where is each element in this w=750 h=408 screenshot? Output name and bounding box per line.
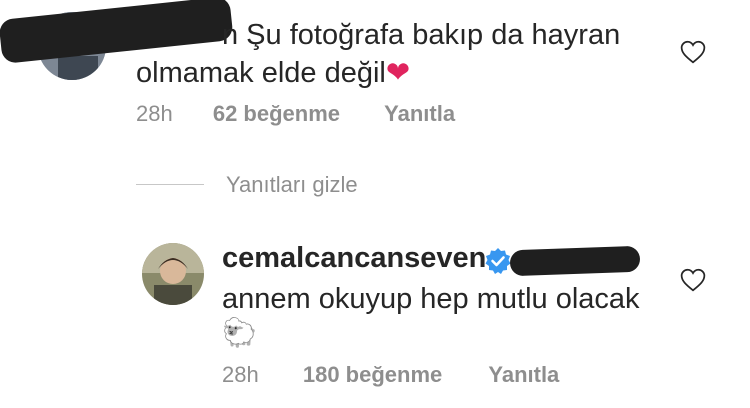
comment-time: 28h [136, 101, 173, 126]
heart-outline-icon [680, 268, 706, 292]
avatar-image [142, 243, 204, 305]
reply-text: annem okuyup hep mutlu olacak [222, 283, 640, 315]
reply-username[interactable]: cemalcancanseven [222, 242, 486, 274]
comment-text-line2-wrap: olmamak elde değil❤ [136, 55, 676, 91]
verified-check-icon [485, 248, 511, 274]
reply-header: cemalcancanseven [222, 240, 486, 276]
like-heart-icon[interactable] [680, 268, 706, 297]
reply-button[interactable]: Yanıtla [488, 362, 559, 387]
red-heart-emoji: ❤ [385, 57, 411, 89]
sheep-emoji: 🐑 [222, 317, 257, 348]
likes-count[interactable]: 62 beğenme [213, 101, 340, 126]
comment-text: n Şu fotoğrafa bakıp da hayran [222, 17, 662, 53]
avatar[interactable] [142, 243, 204, 305]
reply-meta: 28h 180 beğenme Yanıtla [222, 362, 559, 388]
replies-divider [136, 184, 204, 185]
heart-outline-icon [680, 40, 706, 64]
comment-meta: 28h 62 beğenme Yanıtla [136, 101, 455, 127]
like-heart-icon[interactable] [680, 40, 706, 69]
comment-text-line1: n Şu fotoğrafa bakıp da hayran [222, 19, 621, 51]
hide-replies-button[interactable]: Yanıtları gizle [226, 172, 358, 198]
verified-badge-icon [484, 247, 512, 280]
reply-button[interactable]: Yanıtla [384, 101, 455, 126]
likes-count[interactable]: 180 beğenme [303, 362, 442, 387]
reply-time: 28h [222, 362, 259, 387]
redacted-text [509, 245, 641, 277]
comment-text-line2: olmamak elde değil [136, 57, 386, 89]
